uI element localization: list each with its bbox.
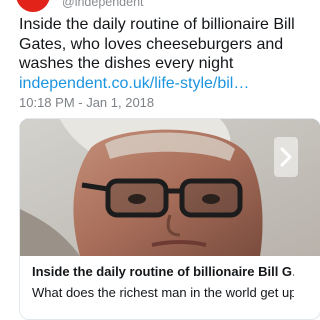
link-preview-card[interactable]: Inside the daily routine of billionaire …: [19, 118, 320, 320]
tweet-link[interactable]: independent.co.uk/life-style/bil…: [19, 75, 249, 92]
chevron-right-icon: [280, 147, 292, 167]
card-description: What does the richest man in the world g…: [32, 285, 294, 300]
tweet-timestamp[interactable]: 10:18 PM - Jan 1, 2018: [19, 95, 154, 110]
account-handle[interactable]: @independent: [62, 0, 144, 9]
tweet-text: Inside the daily routine of billionaire …: [19, 15, 297, 93]
card-title[interactable]: Inside the daily routine of billionaire …: [32, 264, 294, 279]
next-card-button[interactable]: [274, 137, 298, 177]
tweet-body-text: Inside the daily routine of billionaire …: [19, 16, 295, 72]
card-image: [20, 119, 320, 256]
account-avatar[interactable]: [16, 0, 50, 12]
